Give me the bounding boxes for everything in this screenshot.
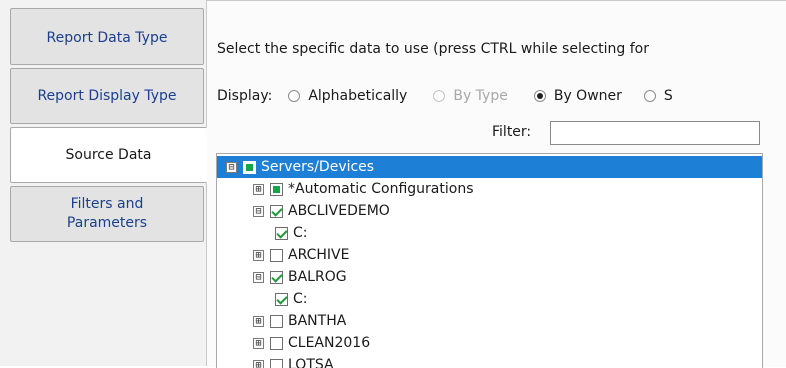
tab-report-display-type[interactable]: Report Display Type (10, 68, 204, 124)
tree-node-label: LOTSA (288, 357, 334, 368)
source-data-tree[interactable]: ⊟ Servers/Devices ⊞ *Automatic Configura… (216, 153, 763, 368)
tree-node-label: BANTHA (288, 313, 346, 329)
radio-s[interactable]: S (644, 88, 673, 104)
expand-icon[interactable]: ⊞ (253, 184, 264, 195)
collapse-icon[interactable]: ⊟ (253, 206, 264, 217)
tree-node-label: ABCLIVEDEMO (288, 203, 390, 219)
tree-node-clean2016[interactable]: ⊞ CLEAN2016 (217, 332, 370, 354)
instruction-text: Select the specific data to use (press C… (217, 41, 649, 57)
radio-by-type[interactable]: By Type (433, 88, 508, 104)
tree-node-label: BALROG (288, 269, 347, 285)
expand-icon[interactable]: ⊞ (253, 250, 264, 261)
expand-icon[interactable]: ⊞ (253, 316, 264, 327)
radio-alphabetically[interactable]: Alphabetically (288, 88, 407, 104)
display-label: Display: (217, 88, 272, 104)
tab-source-data[interactable]: Source Data (10, 127, 207, 183)
checkbox-checked-icon[interactable] (275, 227, 288, 240)
checkbox-unchecked-icon[interactable] (270, 359, 283, 368)
tree-node-label: C: (293, 291, 308, 307)
checkbox-unchecked-icon[interactable] (270, 315, 283, 328)
source-data-panel: Select the specific data to use (press C… (207, 0, 786, 367)
tab-label: Report Display Type (37, 87, 176, 106)
tab-column: Report Data Type Report Display Type Sou… (0, 0, 207, 366)
checkbox-unchecked-icon[interactable] (270, 249, 283, 262)
radio-label: S (664, 88, 673, 104)
tree-node-abclivedemo-c[interactable]: C: (217, 222, 308, 244)
tree-node-label: CLEAN2016 (288, 335, 370, 351)
checkbox-checked-icon[interactable] (275, 293, 288, 306)
tree-node-automatic-configurations[interactable]: ⊞ *Automatic Configurations (217, 178, 474, 200)
expand-icon[interactable]: ⊞ (253, 338, 264, 349)
collapse-icon[interactable]: ⊟ (253, 272, 264, 283)
checkbox-checked-icon[interactable] (270, 205, 283, 218)
tab-report-data-type[interactable]: Report Data Type (10, 8, 204, 65)
radio-label: By Owner (554, 88, 622, 104)
tab-filters-and-parameters[interactable]: Filters and Parameters (10, 186, 204, 242)
radio-label: By Type (453, 88, 508, 104)
radio-icon (534, 90, 546, 102)
checkbox-unchecked-icon[interactable] (270, 337, 283, 350)
checkbox-partial-icon[interactable] (243, 161, 256, 174)
radio-by-owner[interactable]: By Owner (534, 88, 622, 104)
radio-icon (644, 90, 656, 102)
tree-node-label: *Automatic Configurations (288, 181, 474, 197)
collapse-icon[interactable]: ⊟ (226, 162, 237, 173)
tab-label: Source Data (66, 146, 152, 165)
checkbox-partial-icon[interactable] (270, 183, 283, 196)
filter-label: Filter: (492, 124, 531, 140)
tree-node-balrog-c[interactable]: C: (217, 288, 308, 310)
radio-label: Alphabetically (308, 88, 407, 104)
tree-node-bantha[interactable]: ⊞ BANTHA (217, 310, 346, 332)
tab-label: Filters and Parameters (52, 195, 162, 233)
tree-node-abclivedemo[interactable]: ⊟ ABCLIVEDEMO (217, 200, 390, 222)
tree-node-archive[interactable]: ⊞ ARCHIVE (217, 244, 349, 266)
expand-icon[interactable]: ⊞ (253, 360, 264, 368)
tree-node-servers-devices[interactable]: ⊟ Servers/Devices (217, 156, 762, 178)
tab-label: Report Data Type (47, 29, 168, 48)
radio-icon (288, 90, 300, 102)
tree-node-label: C: (293, 225, 308, 241)
tree-node-label: Servers/Devices (261, 159, 374, 175)
tree-node-label: ARCHIVE (288, 247, 349, 263)
tree-node-balrog[interactable]: ⊟ BALROG (217, 266, 347, 288)
filter-input[interactable] (550, 121, 760, 145)
checkbox-checked-icon[interactable] (270, 271, 283, 284)
display-options: Display: Alphabetically By Type By Owner… (217, 88, 673, 104)
radio-icon (433, 90, 445, 102)
